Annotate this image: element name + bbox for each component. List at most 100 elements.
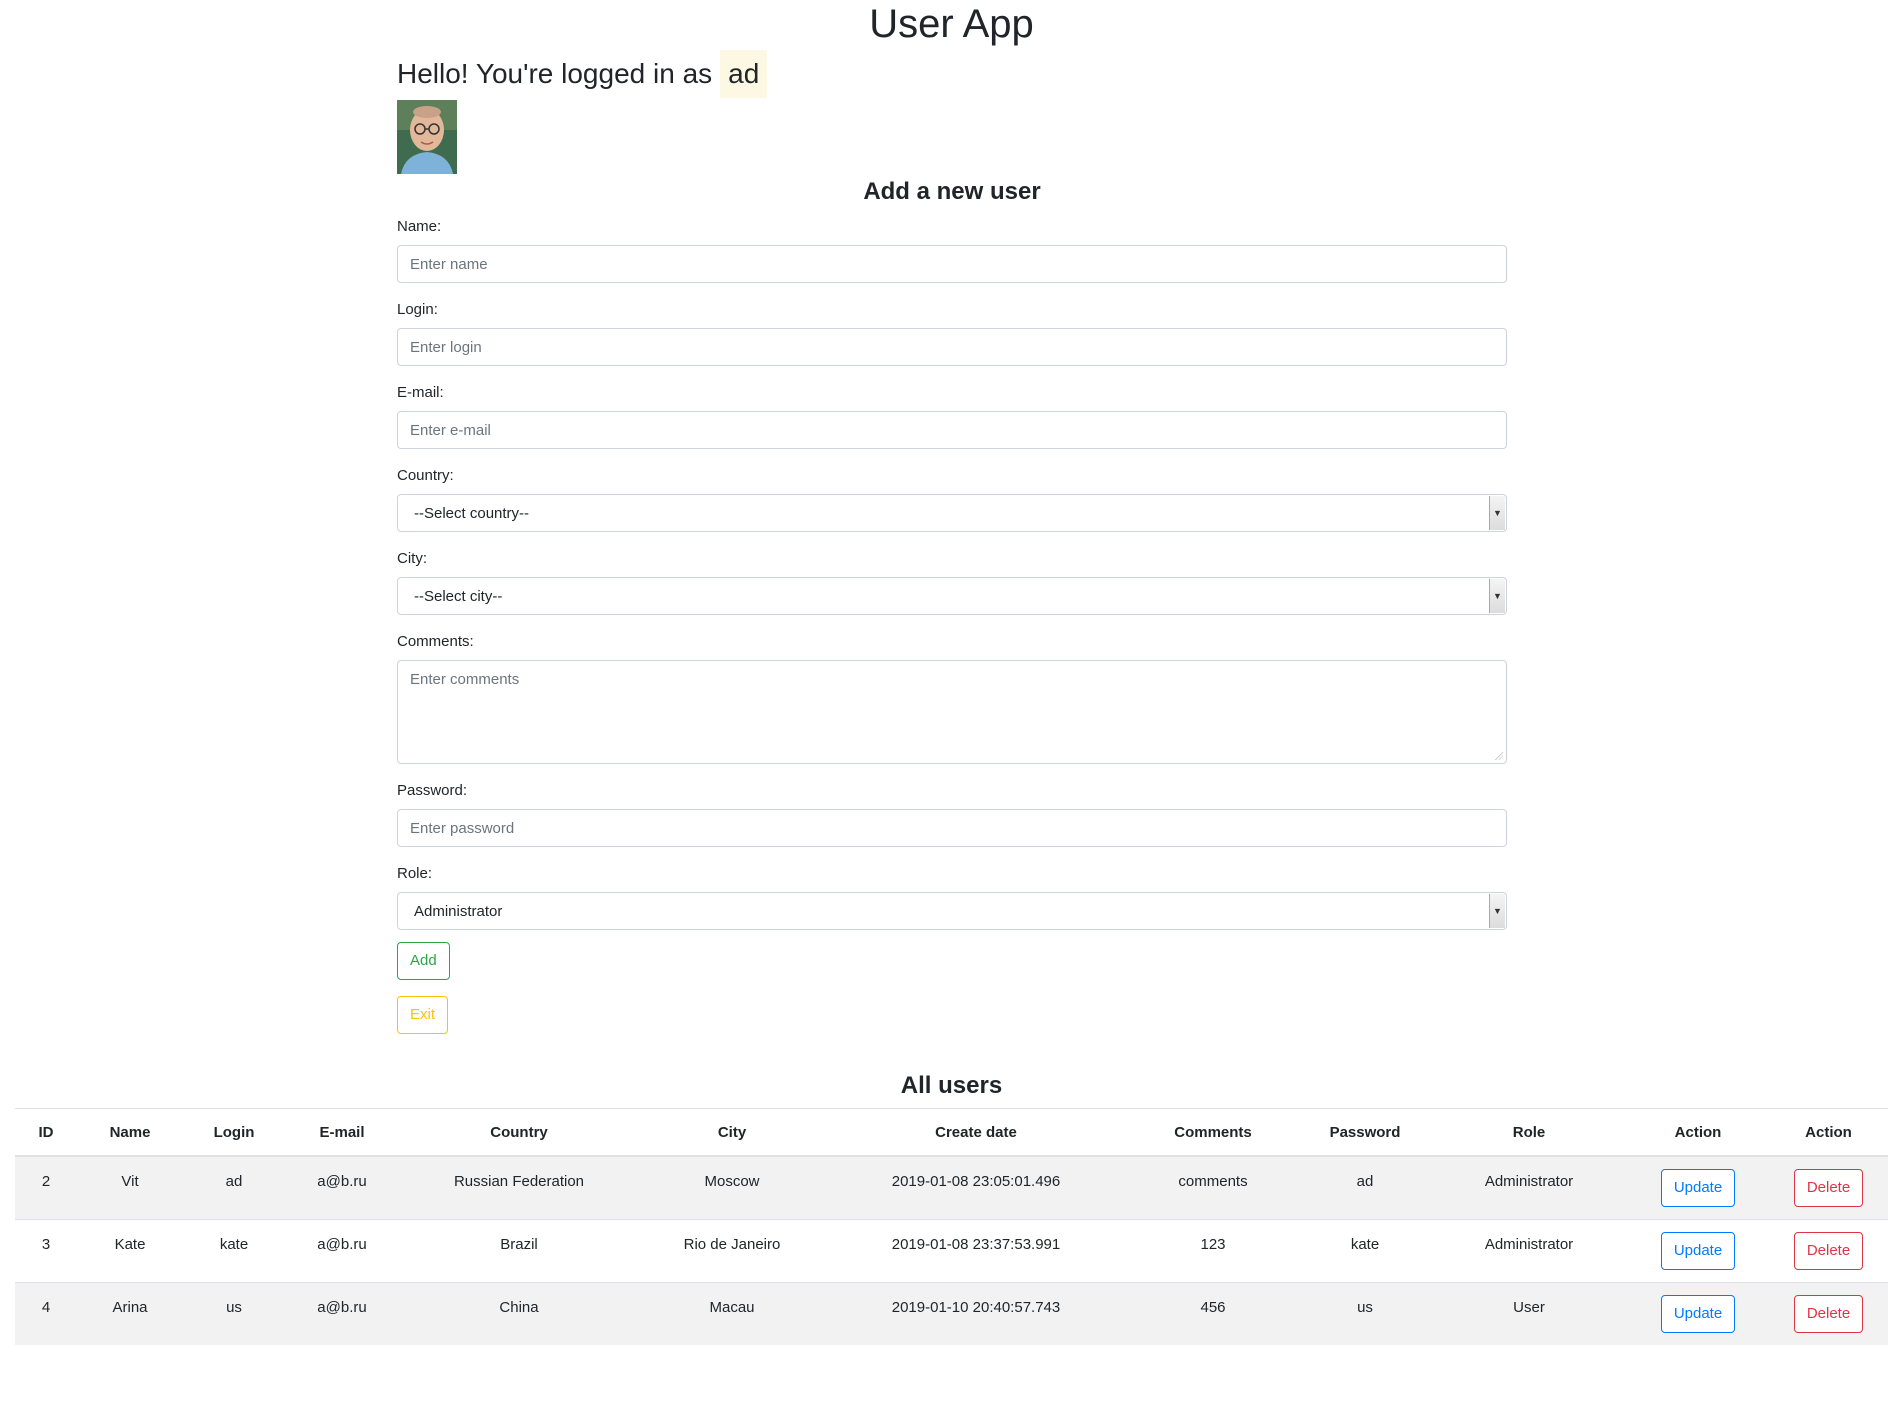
add-button-wrap: Add <box>397 942 1507 980</box>
table-row: 3 Kate kate a@b.ru Brazil Rio de Janeiro… <box>15 1218 1888 1282</box>
column-header: Create date <box>825 1108 1127 1157</box>
app-title: User App <box>869 2 1034 46</box>
cell-id: 4 <box>15 1281 77 1345</box>
cell-delete-action: Delete <box>1769 1218 1888 1282</box>
cell-comments: 123 <box>1127 1218 1299 1282</box>
cell-login: ad <box>183 1155 285 1219</box>
comments-label: Comments: <box>397 633 474 650</box>
cell-city: Macau <box>639 1281 825 1345</box>
cell-login: us <box>183 1281 285 1345</box>
chevron-down-icon[interactable]: ▼ <box>1489 496 1505 530</box>
cell-city: Moscow <box>639 1155 825 1219</box>
city-selected-value: --Select city-- <box>414 587 503 605</box>
column-header: E-mail <box>285 1108 399 1157</box>
table-row: 2 Vit ad a@b.ru Russian Federation Mosco… <box>15 1155 1888 1219</box>
cell-create-date: 2019-01-08 23:05:01.496 <box>825 1155 1127 1219</box>
login-input[interactable]: Enter login <box>397 328 1507 366</box>
column-header: Action <box>1627 1108 1769 1157</box>
country-group: Country: --Select country-- ▼ <box>397 467 1507 532</box>
role-label: Role: <box>397 865 433 882</box>
cell-password: us <box>1299 1281 1431 1345</box>
login-label: Login: <box>397 301 438 318</box>
password-placeholder: Enter password <box>410 819 515 837</box>
resize-handle-icon[interactable] <box>1495 752 1503 760</box>
cell-country: Russian Federation <box>399 1155 639 1219</box>
city-label: City: <box>397 550 427 567</box>
form-title: Add a new user <box>863 178 1041 205</box>
cell-role: Administrator <box>1431 1218 1627 1282</box>
cell-name: Arina <box>77 1281 183 1345</box>
login-group: Login: Enter login <box>397 301 1507 366</box>
password-label: Password: <box>397 782 468 799</box>
cell-update-action: Update <box>1627 1155 1769 1219</box>
column-header: Name <box>77 1108 183 1157</box>
greeting: Hello! You're logged in as ad <box>397 50 1507 98</box>
cell-delete-action: Delete <box>1769 1281 1888 1345</box>
cell-password: kate <box>1299 1218 1431 1282</box>
cell-country: China <box>399 1281 639 1345</box>
cell-delete-action: Delete <box>1769 1155 1888 1219</box>
cell-comments: comments <box>1127 1155 1299 1219</box>
cell-role: User <box>1431 1281 1627 1345</box>
email-label: E-mail: <box>397 384 444 401</box>
main-container: Hello! You're logged in as ad Add a new … <box>397 50 1507 1034</box>
update-button[interactable]: Update <box>1660 1231 1736 1270</box>
name-placeholder: Enter name <box>410 255 488 273</box>
cell-update-action: Update <box>1627 1218 1769 1282</box>
cell-id: 2 <box>15 1155 77 1219</box>
cell-email: a@b.ru <box>285 1155 399 1219</box>
column-header: Action <box>1769 1108 1888 1157</box>
column-header: Country <box>399 1108 639 1157</box>
name-input[interactable]: Enter name <box>397 245 1507 283</box>
chevron-down-icon[interactable]: ▼ <box>1489 894 1505 928</box>
cell-name: Vit <box>77 1155 183 1219</box>
cell-role: Administrator <box>1431 1155 1627 1219</box>
password-input[interactable]: Enter password <box>397 809 1507 847</box>
cell-password: ad <box>1299 1155 1431 1219</box>
users-table: ID Name Login E-mail Country City Create… <box>15 1108 1888 1345</box>
city-group: City: --Select city-- ▼ <box>397 550 1507 615</box>
cell-comments: 456 <box>1127 1281 1299 1345</box>
update-button[interactable]: Update <box>1660 1169 1736 1207</box>
cell-login: kate <box>183 1218 285 1282</box>
table-header-row: ID Name Login E-mail Country City Create… <box>15 1108 1888 1157</box>
delete-button[interactable]: Delete <box>1793 1169 1864 1207</box>
update-button[interactable]: Update <box>1660 1294 1736 1333</box>
column-header: City <box>639 1108 825 1157</box>
country-selected-value: --Select country-- <box>414 504 530 522</box>
role-selected-value: Administrator <box>414 902 503 920</box>
cell-id: 3 <box>15 1218 77 1282</box>
cell-city: Rio de Janeiro <box>639 1218 825 1282</box>
login-placeholder: Enter login <box>410 338 482 356</box>
delete-button[interactable]: Delete <box>1793 1294 1864 1333</box>
comments-textarea[interactable]: Enter comments <box>397 660 1507 764</box>
exit-button[interactable]: Exit <box>397 996 449 1034</box>
column-header: Role <box>1431 1108 1627 1157</box>
city-select[interactable]: --Select city-- ▼ <box>397 577 1507 615</box>
comments-placeholder: Enter comments <box>410 671 520 688</box>
avatar <box>397 100 457 174</box>
cell-update-action: Update <box>1627 1281 1769 1345</box>
exit-button-wrap: Exit <box>397 980 1507 1034</box>
role-group: Role: Administrator ▼ <box>397 865 1507 930</box>
country-select[interactable]: --Select country-- ▼ <box>397 494 1507 532</box>
column-header: ID <box>15 1108 77 1157</box>
comments-group: Comments: Enter comments <box>397 633 1507 764</box>
email-group: E-mail: Enter e-mail <box>397 384 1507 449</box>
email-input[interactable]: Enter e-mail <box>397 411 1507 449</box>
cell-name: Kate <box>77 1218 183 1282</box>
greeting-text: Hello! You're logged in as <box>397 58 713 89</box>
name-label: Name: <box>397 218 442 235</box>
cell-email: a@b.ru <box>285 1281 399 1345</box>
delete-button[interactable]: Delete <box>1793 1231 1864 1270</box>
cell-email: a@b.ru <box>285 1218 399 1282</box>
add-button[interactable]: Add <box>397 942 450 980</box>
password-group: Password: Enter password <box>397 782 1507 847</box>
table-row: 4 Arina us a@b.ru China Macau 2019-01-10… <box>15 1281 1888 1345</box>
column-header: Password <box>1299 1108 1431 1157</box>
chevron-down-icon[interactable]: ▼ <box>1489 579 1505 613</box>
cell-country: Brazil <box>399 1218 639 1282</box>
name-group: Name: Enter name <box>397 218 1507 283</box>
role-select[interactable]: Administrator ▼ <box>397 892 1507 930</box>
users-title: All users <box>900 1072 1003 1099</box>
